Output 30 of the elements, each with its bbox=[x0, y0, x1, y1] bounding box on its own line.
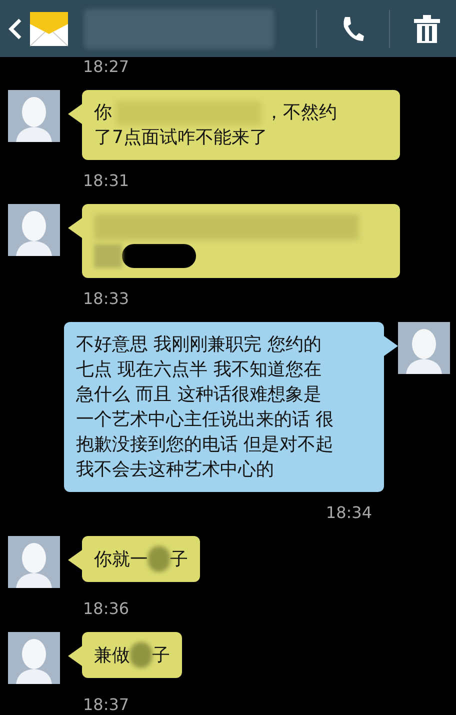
timestamp: 18:34 bbox=[326, 504, 372, 522]
message-text: 七点 现在六点半 我不知道您在 bbox=[76, 358, 322, 382]
message-text: 子 bbox=[170, 548, 188, 572]
timestamp: 18:37 bbox=[83, 696, 130, 714]
timestamp: 18:36 bbox=[83, 600, 130, 618]
message-text: ，不然约 bbox=[265, 101, 337, 125]
redaction-mark bbox=[148, 546, 170, 572]
message-text: 你 bbox=[94, 101, 112, 125]
back-icon[interactable] bbox=[8, 18, 22, 40]
avatar-icon bbox=[8, 90, 60, 142]
message-text: 兼做 bbox=[94, 644, 130, 668]
message-text: 一个艺术中心主任说出来的话 很 bbox=[76, 408, 334, 432]
redaction-mark bbox=[130, 642, 152, 668]
message-text: 不好意思 我刚刚兼职完 您约的 bbox=[76, 333, 322, 357]
message-text: 我不会去这种艺术中心的 bbox=[76, 458, 274, 482]
envelope-icon bbox=[30, 10, 68, 48]
timestamp: 18:27 bbox=[83, 58, 130, 76]
message-text: 抱歉没接到您的电话 但是对不起 bbox=[76, 433, 334, 457]
phone-icon[interactable] bbox=[341, 14, 365, 42]
message-text: 急什么 而且 这种话很难想象是 bbox=[76, 383, 322, 407]
avatar-icon bbox=[8, 536, 60, 588]
avatar-icon bbox=[8, 204, 60, 256]
timestamp: 18:33 bbox=[83, 290, 130, 308]
message-text: 你就一 bbox=[94, 548, 148, 572]
avatar-icon bbox=[8, 632, 60, 684]
trash-icon[interactable] bbox=[414, 14, 440, 42]
avatar-icon bbox=[398, 322, 450, 374]
message-text: 子 bbox=[152, 644, 170, 668]
message-text: 了7点面试咋不能来了 bbox=[94, 126, 268, 150]
timestamp: 18:31 bbox=[83, 172, 130, 190]
